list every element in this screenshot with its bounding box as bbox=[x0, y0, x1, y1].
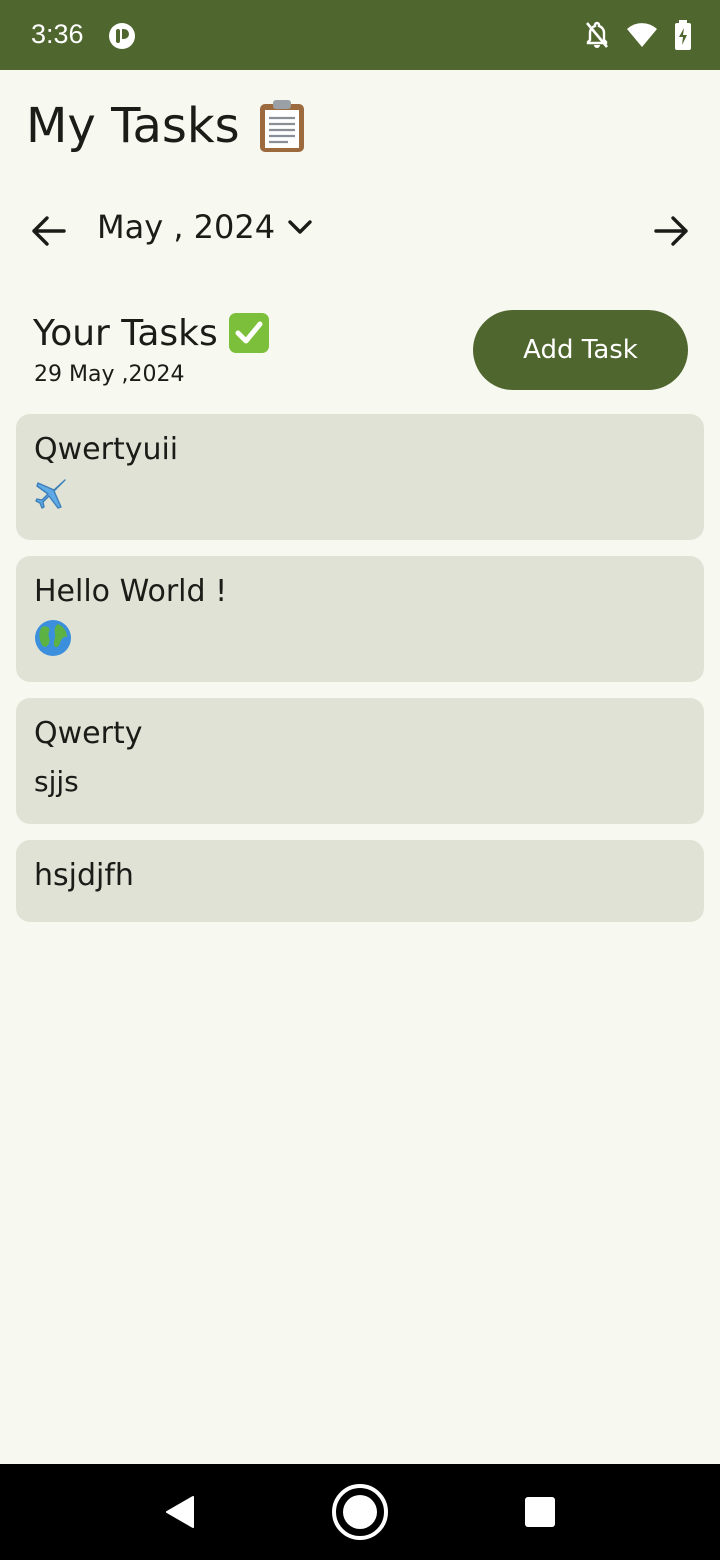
app-notification-icon bbox=[109, 23, 135, 49]
section-title-text: Your Tasks bbox=[33, 312, 218, 354]
battery-charging-icon bbox=[675, 20, 691, 50]
clipboard-icon bbox=[259, 100, 304, 152]
back-button[interactable] bbox=[150, 1464, 210, 1560]
task-title: Qwerty bbox=[34, 716, 143, 751]
recents-square-icon bbox=[525, 1497, 555, 1527]
page-title-text: My Tasks bbox=[26, 98, 240, 154]
recents-button[interactable] bbox=[510, 1464, 570, 1560]
month-selector[interactable]: May , 2024 bbox=[97, 208, 313, 246]
task-card[interactable]: hsjdjfh bbox=[16, 840, 704, 922]
section-title: Your Tasks bbox=[33, 312, 270, 354]
globe-icon bbox=[35, 620, 71, 656]
back-triangle-icon bbox=[166, 1496, 194, 1528]
wifi-icon bbox=[627, 23, 657, 47]
month-label: May , 2024 bbox=[97, 208, 276, 246]
arrow-left-icon bbox=[32, 216, 66, 246]
home-button[interactable] bbox=[325, 1464, 395, 1560]
arrow-right-icon bbox=[654, 216, 688, 246]
add-task-button[interactable]: Add Task bbox=[473, 310, 688, 390]
status-icons bbox=[584, 20, 692, 50]
selected-date: 29 May ,2024 bbox=[34, 362, 185, 387]
task-card[interactable]: Hello World ! bbox=[16, 556, 704, 682]
page-title: My Tasks bbox=[26, 98, 306, 154]
notifications-off-icon bbox=[586, 21, 608, 48]
task-description: sjjs bbox=[34, 765, 79, 798]
next-month-button[interactable] bbox=[651, 210, 693, 252]
previous-month-button[interactable] bbox=[27, 210, 69, 252]
task-title: Hello World ! bbox=[34, 574, 228, 609]
task-card[interactable]: Qwertyuii bbox=[16, 414, 704, 540]
check-mark-icon bbox=[228, 313, 269, 353]
airplane-icon bbox=[35, 479, 66, 509]
system-navigation-bar bbox=[0, 1464, 720, 1560]
month-navigation: May , 2024 bbox=[0, 200, 720, 262]
task-title: hsjdjfh bbox=[34, 858, 134, 893]
chevron-down-icon bbox=[288, 220, 312, 234]
task-card[interactable]: Qwerty sjjs bbox=[16, 698, 704, 824]
status-time: 3:36 bbox=[31, 19, 84, 49]
status-bar: 3:36 bbox=[0, 0, 720, 70]
home-circle-icon bbox=[332, 1484, 388, 1540]
task-title: Qwertyuii bbox=[34, 432, 179, 467]
